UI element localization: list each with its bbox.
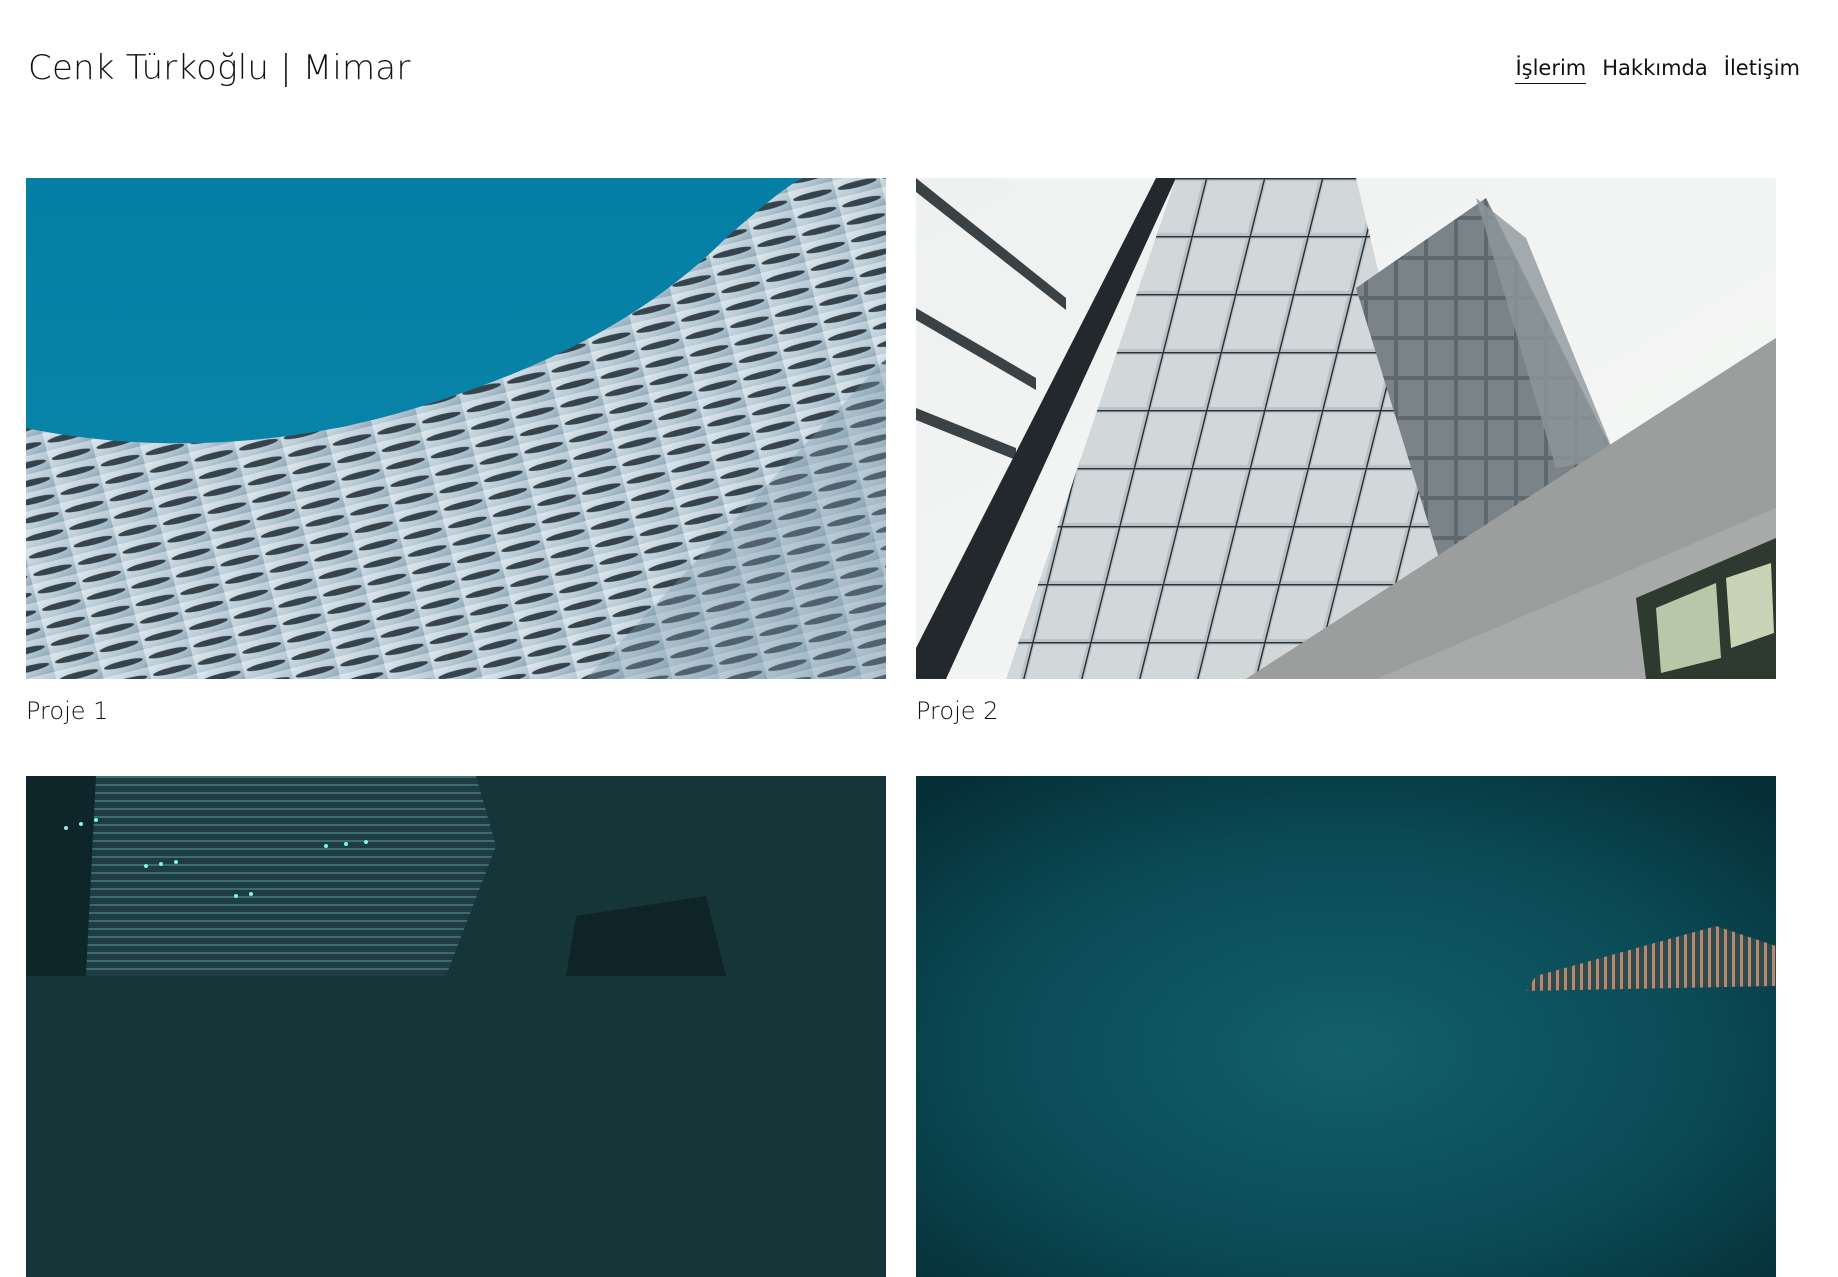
project-image-2[interactable]	[916, 178, 1776, 679]
project-card-1[interactable]: Proje 1	[26, 178, 886, 725]
main-nav: İşlerim Hakkımda İletişim	[1515, 56, 1800, 84]
nav-item-iletisim[interactable]: İletişim	[1724, 56, 1800, 84]
project-image-3[interactable]	[26, 776, 886, 1277]
glass-tower-image	[916, 178, 1776, 679]
nav-item-islerim[interactable]: İşlerim	[1515, 56, 1587, 84]
facade-wave-image	[26, 178, 886, 679]
project-image-1[interactable]	[26, 178, 886, 679]
project-image-4[interactable]	[916, 776, 1776, 1277]
project-card-4[interactable]	[916, 776, 1776, 1277]
project-label-2[interactable]: Proje 2	[916, 697, 1776, 725]
site-title[interactable]: Cenk Türkoğlu | Mimar	[28, 48, 411, 88]
teal-sky-image	[916, 776, 1776, 1277]
project-card-2[interactable]: Proje 2	[916, 178, 1776, 725]
nav-item-hakkimda[interactable]: Hakkımda	[1602, 56, 1707, 84]
site-header: Cenk Türkoğlu | Mimar İşlerim Hakkımda İ…	[0, 0, 1838, 140]
project-label-1[interactable]: Proje 1	[26, 697, 886, 725]
night-tower-image	[26, 776, 886, 1277]
project-card-3[interactable]	[26, 776, 886, 1277]
